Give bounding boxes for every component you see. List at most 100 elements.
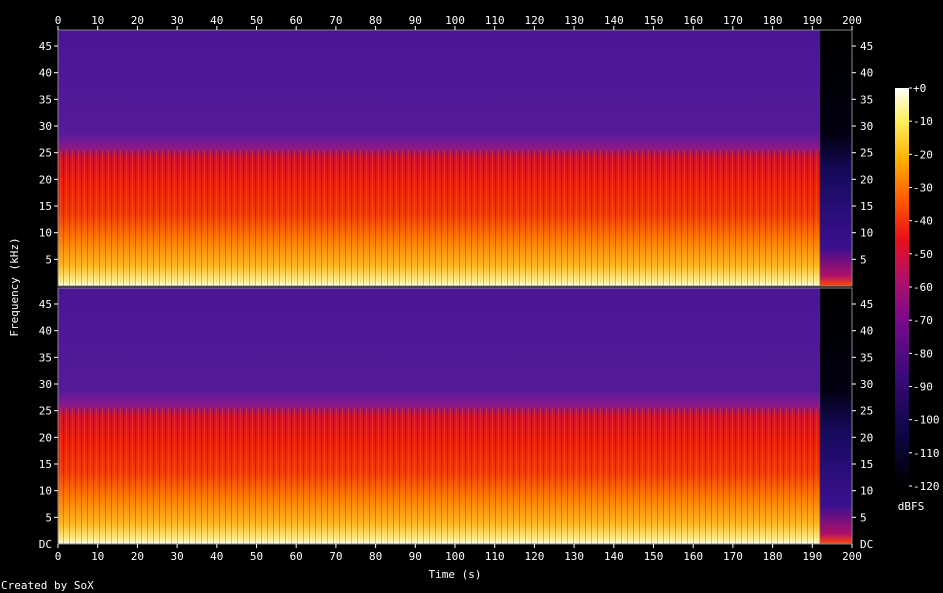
x-tick-label-top: 110 [485,14,505,27]
colorbar-tick-label: -90 [913,381,933,394]
x-tick-label-top: 50 [250,14,263,27]
x-tick-label-top: 30 [170,14,183,27]
y-tick-label: 25 [39,147,52,160]
x-tick-label-top: 180 [763,14,783,27]
y-tick-label-right: 35 [860,351,873,364]
x-tick-label-top: 70 [329,14,342,27]
spectral-streaks [58,408,821,544]
y-tick-label: 20 [39,431,52,444]
x-axis-label: Time (s) [429,568,482,581]
x-tick-label: 20 [131,550,144,563]
silence-region [820,30,852,286]
y-tick-label-right: 40 [860,67,873,80]
silence-region [820,288,852,544]
x-tick-label-top: 0 [55,14,62,27]
colorbar-tick-label: -80 [913,347,933,360]
x-tick-label: 40 [210,550,223,563]
y-tick-label-right: 10 [860,485,873,498]
x-tick-label-top: 150 [644,14,664,27]
x-tick-label: 10 [91,550,104,563]
colorbar-tick-label: -30 [913,182,933,195]
x-tick-label-top: 190 [802,14,822,27]
y-tick-label-right: 30 [860,120,873,133]
y-tick-label: 15 [39,458,52,471]
y-tick-label: 15 [39,200,52,213]
y-tick-label-right: 5 [860,253,867,266]
y-tick-label: 5 [45,253,52,266]
y-tick-label-right: 20 [860,173,873,186]
y-tick-label: 45 [39,40,52,53]
y-tick-label-right: 25 [860,405,873,418]
y-tick-label: 35 [39,351,52,364]
x-tick-label: 170 [723,550,743,563]
x-tick-label-top: 60 [290,14,303,27]
x-tick-label: 80 [369,550,382,563]
y-tick-label: 10 [39,485,52,498]
x-tick-label: 100 [445,550,465,563]
colorbar-tick-label: -10 [913,115,933,128]
y-tick-label-right: 45 [860,40,873,53]
y-tick-label-right: 25 [860,147,873,160]
spectral-streaks [58,150,821,286]
x-tick-label-top: 90 [409,14,422,27]
footer-credit: Created by SoX [1,579,94,592]
y-tick-label-right: 20 [860,431,873,444]
y-tick-label: 25 [39,405,52,418]
colorbar-tick-label: -70 [913,314,933,327]
colorbar-tick-label: +0 [913,82,926,95]
x-tick-label: 140 [604,550,624,563]
x-tick-label: 70 [329,550,342,563]
x-tick-label-top: 80 [369,14,382,27]
colorbar-tick-label: -120 [913,480,940,493]
y-tick-label: 40 [39,325,52,338]
x-tick-label: 0 [55,550,62,563]
y-tick-label-dc-right: DC [860,538,873,551]
x-tick-label-top: 120 [524,14,544,27]
y-tick-label: 35 [39,93,52,106]
y-tick-label: 10 [39,227,52,240]
y-tick-label-right: 10 [860,227,873,240]
y-tick-label: 30 [39,120,52,133]
x-tick-label-top: 100 [445,14,465,27]
colorbar-label: dBFS [898,500,925,513]
colorbar-tick-label: -20 [913,148,933,161]
x-tick-label: 60 [290,550,303,563]
x-tick-label: 200 [842,550,862,563]
x-tick-label-top: 40 [210,14,223,27]
y-tick-label-right: 40 [860,325,873,338]
x-tick-label-top: 140 [604,14,624,27]
x-tick-label: 30 [170,550,183,563]
colorbar-tick-label: -100 [913,414,940,427]
y-tick-label: 5 [45,511,52,524]
x-tick-label-top: 20 [131,14,144,27]
y-tick-label-right: 5 [860,511,867,524]
x-tick-label-top: 10 [91,14,104,27]
x-tick-label-top: 200 [842,14,862,27]
colorbar-tick-label: -110 [913,447,940,460]
y-axis-label: Frequency (kHz) [8,237,21,336]
colorbar-tick-label: -60 [913,281,933,294]
x-tick-label: 110 [485,550,505,563]
colorbar-tick-label: -40 [913,215,933,228]
x-tick-label-top: 160 [683,14,703,27]
y-tick-label-right: 35 [860,93,873,106]
y-tick-label: 20 [39,173,52,186]
x-tick-label: 190 [802,550,822,563]
y-tick-label-dc: DC [39,538,52,551]
x-tick-label: 50 [250,550,263,563]
spectrogram-figure: 5 5 10 10 15 15 20 20 25 25 30 30 35 35 40 40 45 45 5 5 10 10… [1,14,940,592]
x-tick-label: 150 [644,550,664,563]
y-tick-label-right: 45 [860,298,873,311]
colorbar-tick-label: -50 [913,248,933,261]
y-tick-label: 30 [39,378,52,391]
x-tick-label: 90 [409,550,422,563]
x-tick-label-top: 170 [723,14,743,27]
y-tick-label: 40 [39,67,52,80]
x-tick-label-top: 130 [564,14,584,27]
y-tick-label-right: 30 [860,378,873,391]
colorbar [895,88,909,486]
x-tick-label: 130 [564,550,584,563]
x-tick-label: 120 [524,550,544,563]
y-tick-label: 45 [39,298,52,311]
x-tick-label: 180 [763,550,783,563]
